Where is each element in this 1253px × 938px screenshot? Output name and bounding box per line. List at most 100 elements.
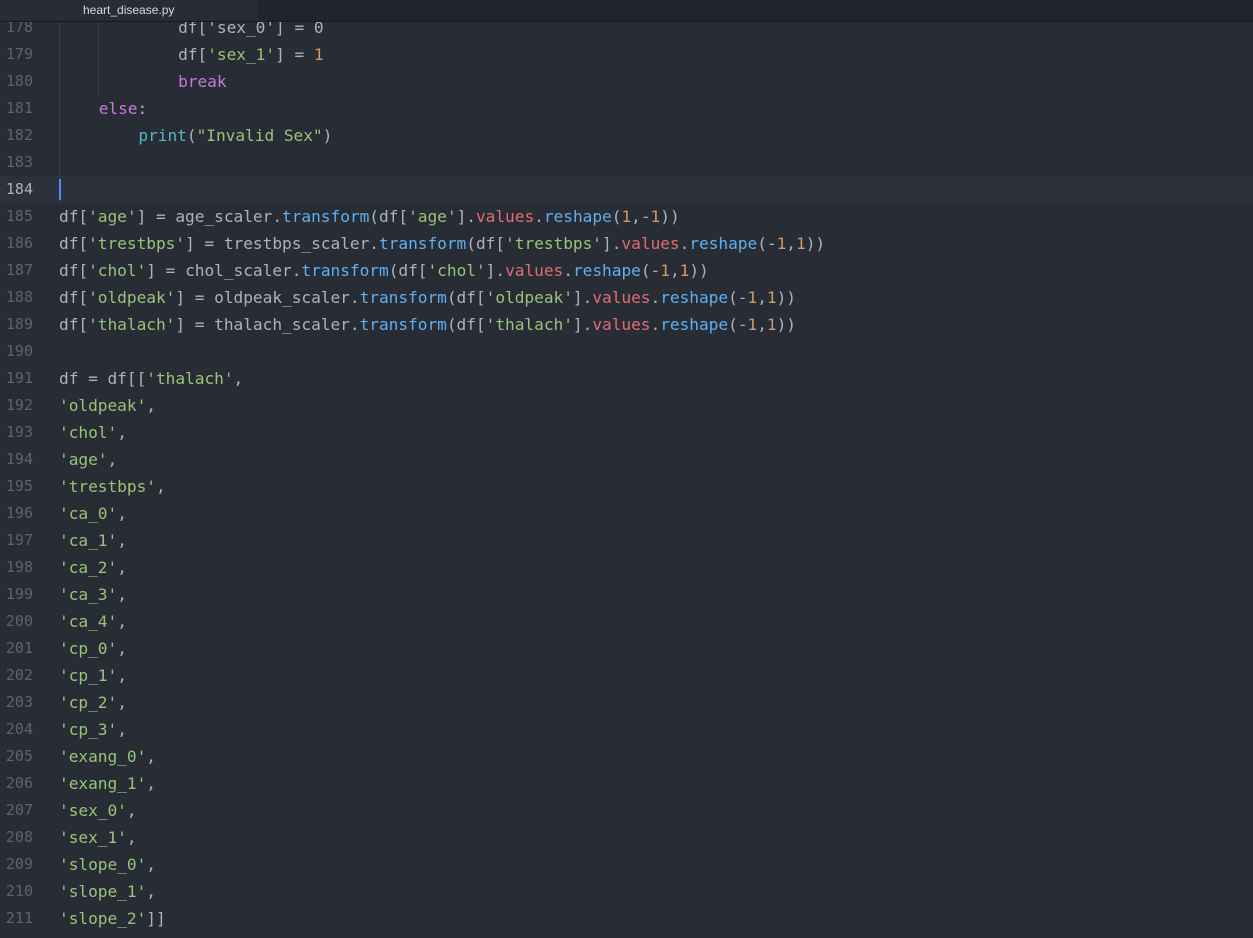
code-token: 'ca_0' — [59, 504, 118, 523]
code-token: , — [117, 423, 127, 442]
code-editor[interactable]: 178 df['sex_0'] = 0 179 df['sex_1'] = 1 180 b… — [0, 22, 1253, 938]
code-token: 'age' — [59, 450, 108, 469]
code-line[interactable]: 180 break — [0, 68, 1253, 95]
code-token: df[ — [59, 288, 89, 307]
code-line[interactable]: 211 'slope_2']] — [0, 905, 1253, 932]
tab-label: heart_disease.py — [83, 3, 175, 17]
code-line[interactable]: 199 'ca_3', — [0, 581, 1253, 608]
code-token: df[ — [59, 207, 89, 226]
code-line[interactable]: 185 df['age'] = age_scaler.transform(df['… — [0, 203, 1253, 230]
code-token: (df[ — [388, 261, 428, 280]
line-number: 182 — [5, 126, 33, 144]
code-token: reshape — [689, 234, 758, 253]
code-token: )) — [776, 288, 796, 307]
code-line[interactable]: 183 — [0, 149, 1253, 176]
code-line[interactable]: 212 — [0, 932, 1253, 938]
code-line[interactable]: 181 else: — [0, 95, 1253, 122]
code-line[interactable]: 191 df = df[['thalach', — [0, 365, 1253, 392]
code-line[interactable]: 188 df['oldpeak'] = oldpeak_scaler.transf… — [0, 284, 1253, 311]
indent-guide — [59, 95, 60, 122]
code-line[interactable]: 209 'slope_0', — [0, 851, 1253, 878]
code-token: transform — [359, 288, 447, 307]
code-text: df = df[['thalach', — [59, 365, 243, 392]
code-text: df['thalach'] = thalach_scaler.transform… — [59, 311, 796, 338]
code-line[interactable]: 206 'exang_1', — [0, 770, 1253, 797]
code-line[interactable]: 186 df['trestbps'] = trestbps_scaler.tran… — [0, 230, 1253, 257]
code-line[interactable]: 208 'sex_1', — [0, 824, 1253, 851]
code-line[interactable]: 179 df['sex_1'] = 1 — [0, 41, 1253, 68]
code-token: : — [137, 99, 148, 118]
code-token: "Invalid Sex" — [196, 126, 323, 145]
code-token: 'chol' — [88, 261, 147, 280]
code-line[interactable]: 182 print("Invalid Sex") — [0, 122, 1253, 149]
code-token: 'thalach' — [146, 369, 234, 388]
code-line[interactable]: 190 — [0, 338, 1253, 365]
line-number: 208 — [5, 828, 33, 846]
code-line[interactable]: 195 'trestbps', — [0, 473, 1253, 500]
code-line[interactable]: 178 df['sex_0'] = 0 — [0, 22, 1253, 41]
code-line[interactable]: 192 'oldpeak', — [0, 392, 1253, 419]
line-number: 183 — [5, 153, 33, 171]
code-token: (- — [728, 315, 748, 334]
line-number: 178 — [5, 22, 33, 36]
code-token: . — [650, 288, 661, 307]
tab-heart-disease-py[interactable]: heart_disease.py — [0, 0, 258, 21]
code-token: 'slope_2' — [59, 909, 147, 928]
line-number: 192 — [5, 396, 33, 414]
code-token: transform — [359, 315, 447, 334]
code-line[interactable]: 198 'ca_2', — [0, 554, 1253, 581]
code-token: 'oldpeak' — [485, 288, 573, 307]
code-line[interactable]: 194 'age', — [0, 446, 1253, 473]
code-line[interactable]: 187 df['chol'] = chol_scaler.transform(df… — [0, 257, 1253, 284]
code-token: ] = — [275, 45, 314, 64]
code-token: 1 — [747, 288, 758, 307]
code-token: , — [146, 396, 156, 415]
code-line[interactable]: 202 'cp_1', — [0, 662, 1253, 689]
code-token: , — [126, 801, 137, 820]
line-number: 189 — [5, 315, 33, 333]
code-token: 'trestbps' — [88, 234, 186, 253]
code-token: 1 — [313, 45, 324, 64]
code-text: 'sex_1', — [59, 824, 137, 851]
code-token: values — [592, 315, 651, 334]
code-text: 'ca_1', — [59, 527, 127, 554]
code-text: df['sex_1'] = 1 — [178, 41, 324, 68]
code-text: 'age', — [59, 446, 117, 473]
code-text: 'cp_1', — [59, 662, 127, 689]
code-token: 'thalach' — [485, 315, 573, 334]
code-token: 'slope_0' — [59, 855, 147, 874]
code-token: 1 — [679, 261, 690, 280]
code-line[interactable]: 193 'chol', — [0, 419, 1253, 446]
code-text: 'ca_0', — [59, 500, 127, 527]
code-token: df[ — [59, 315, 89, 334]
code-line[interactable]: 204 'cp_3', — [0, 716, 1253, 743]
code-line[interactable]: 200 'ca_4', — [0, 608, 1253, 635]
code-lines: 178 df['sex_0'] = 0 179 df['sex_1'] = 1 180 b… — [0, 22, 1253, 938]
code-token: 'exang_0' — [59, 747, 147, 766]
code-token: transform — [282, 207, 370, 226]
line-number: 180 — [5, 72, 33, 90]
code-token: df[ — [178, 45, 208, 64]
code-text: 'chol', — [59, 419, 127, 446]
code-token: ]] — [146, 909, 166, 928]
code-line[interactable]: 196 'ca_0', — [0, 500, 1253, 527]
code-token: , — [155, 477, 166, 496]
code-token: 'age' — [88, 207, 137, 226]
code-line[interactable]: 203 'cp_2', — [0, 689, 1253, 716]
code-line[interactable]: 207 'sex_0', — [0, 797, 1253, 824]
code-line[interactable]: 210 'slope_1', — [0, 878, 1253, 905]
code-token: ] = chol_scaler. — [146, 261, 302, 280]
indent-guide — [59, 22, 60, 41]
code-token: values — [621, 234, 680, 253]
code-token: 1 — [766, 288, 777, 307]
code-line[interactable]: 205 'exang_0', — [0, 743, 1253, 770]
code-text: df['sex_0'] = 0 — [178, 22, 323, 41]
code-token: 'age' — [408, 207, 457, 226]
code-line[interactable]: 201 'cp_0', — [0, 635, 1253, 662]
code-line[interactable]: 189 df['thalach'] = thalach_scaler.transf… — [0, 311, 1253, 338]
code-token: 'slope_1' — [59, 882, 147, 901]
code-line[interactable]: 197 'ca_1', — [0, 527, 1253, 554]
code-text: df['age'] = age_scaler.transform(df['age… — [59, 203, 680, 230]
code-line[interactable]: 184 — [0, 176, 1253, 203]
code-token: df = df[[ — [59, 369, 147, 388]
